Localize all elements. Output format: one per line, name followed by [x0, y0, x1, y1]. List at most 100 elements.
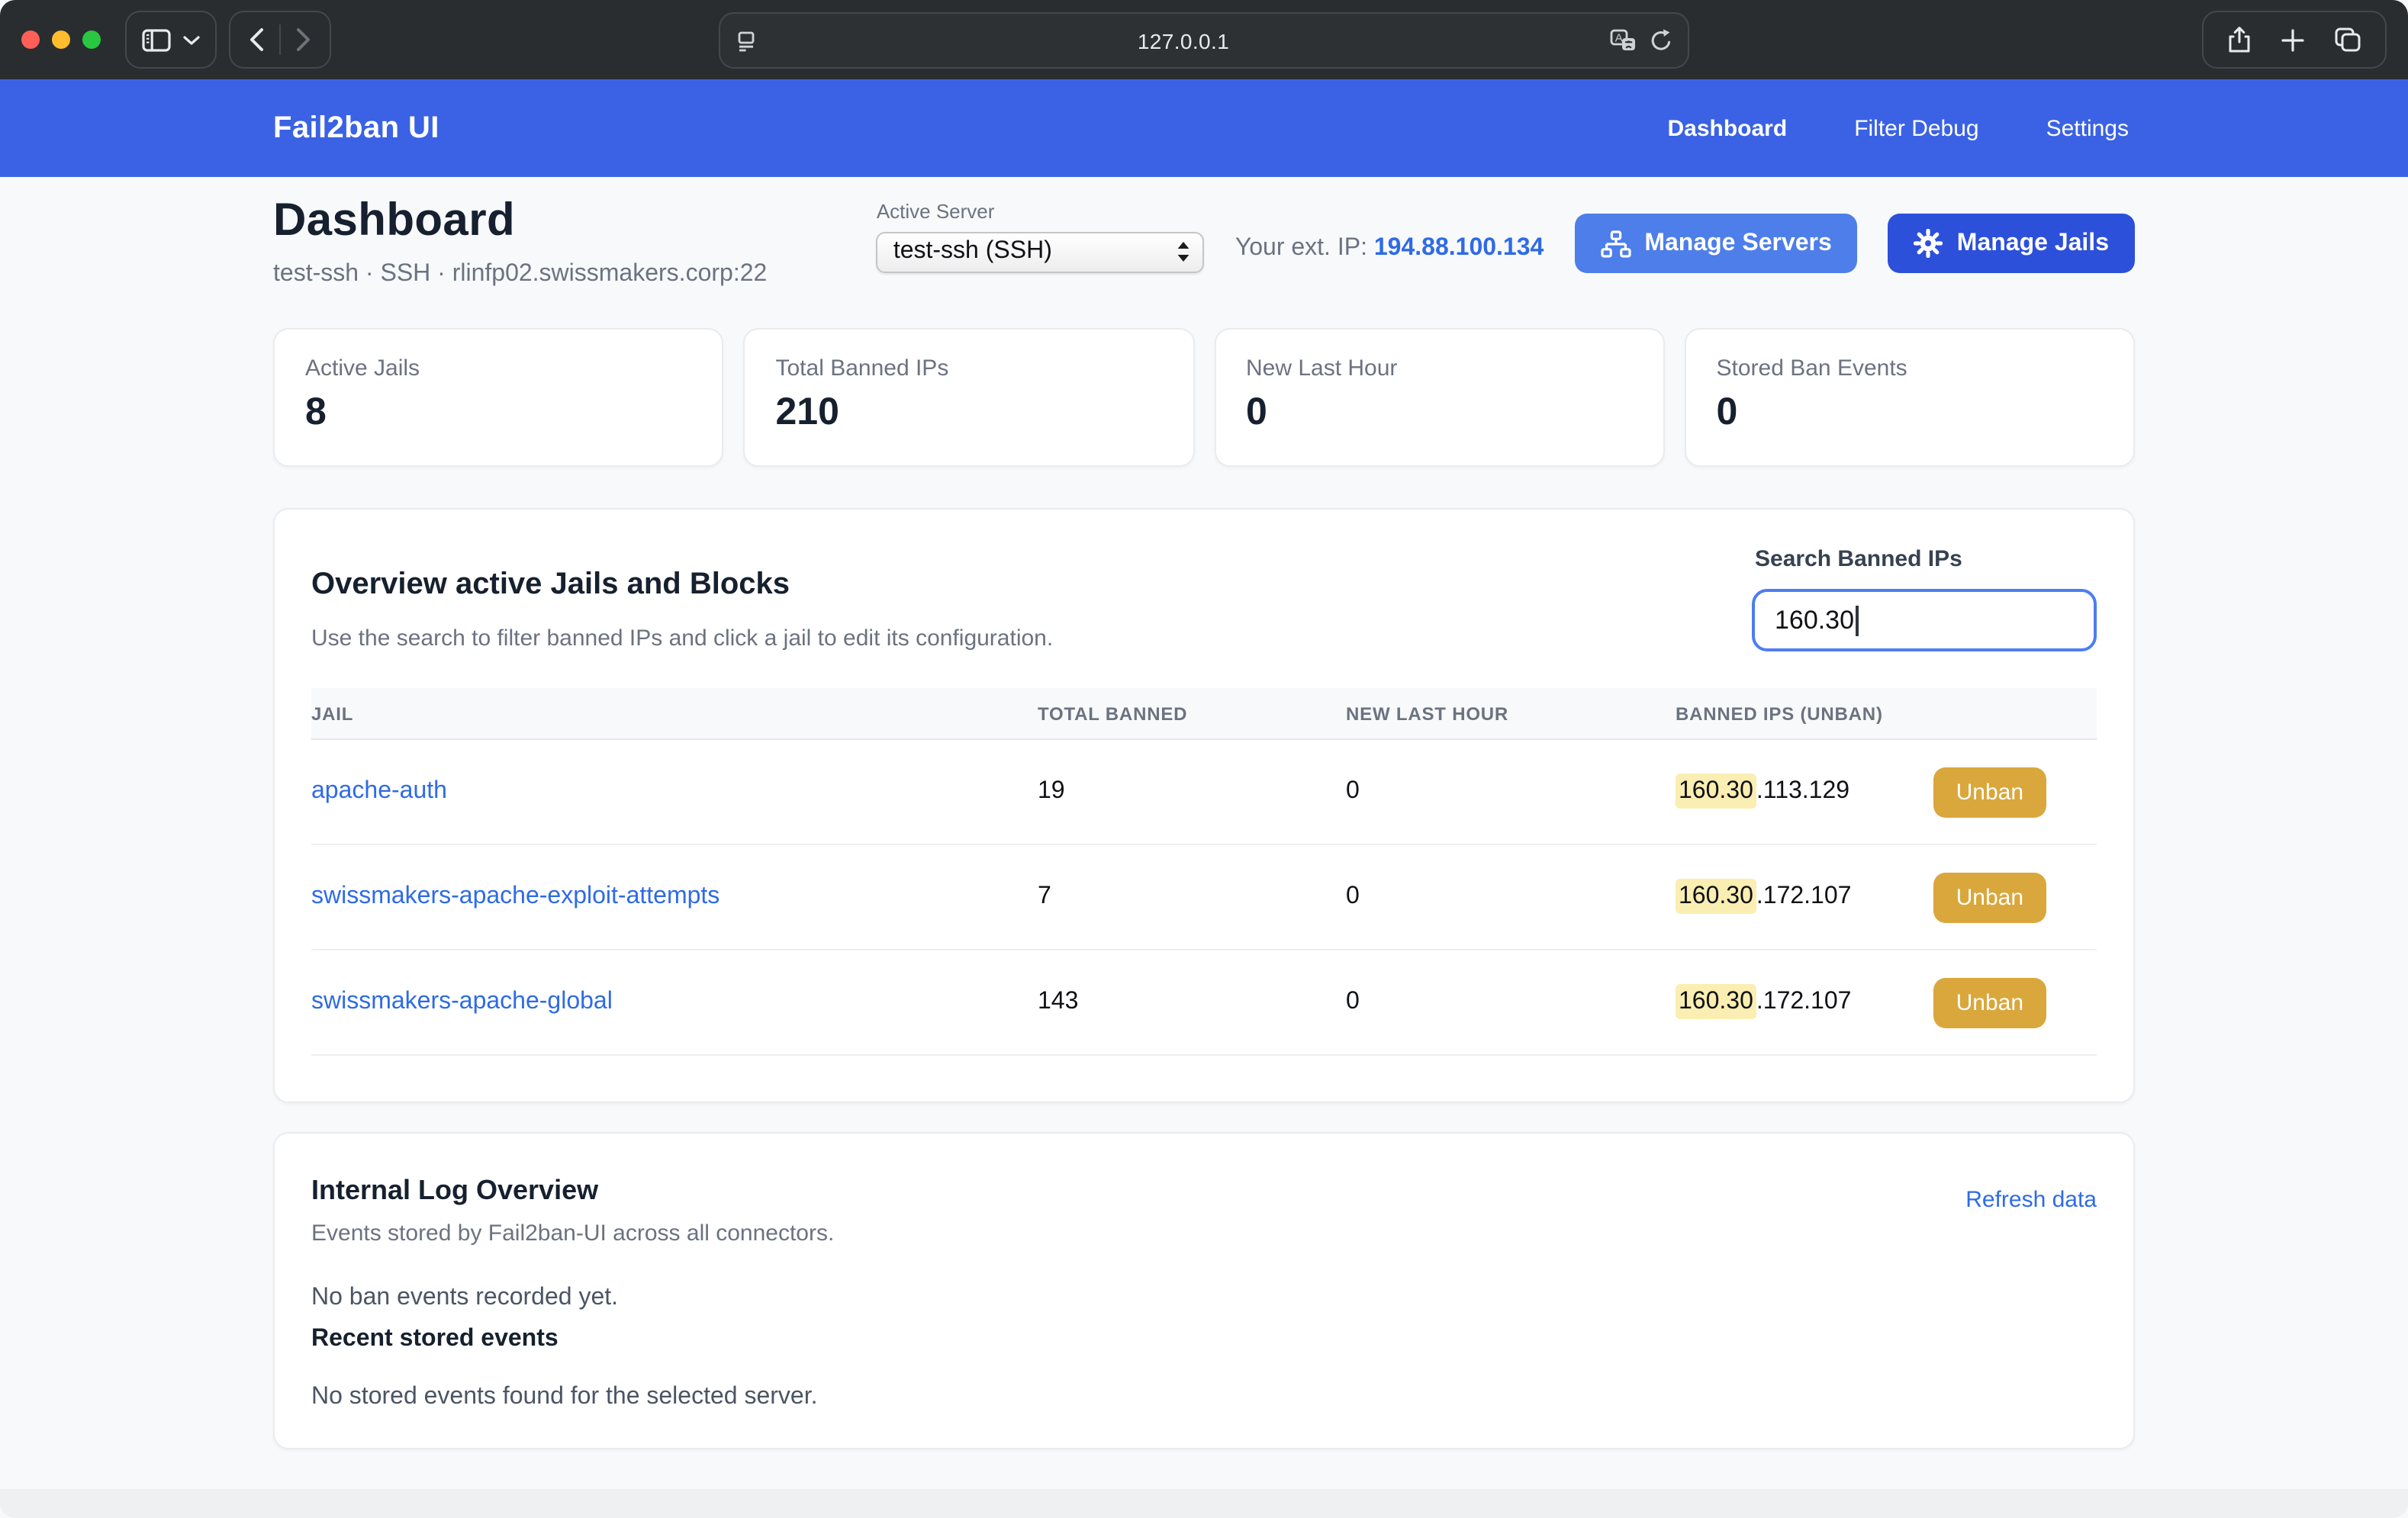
app-brand[interactable]: Fail2ban UI: [273, 111, 439, 146]
stat-cards: Active Jails 8 Total Banned IPs 210 New …: [273, 328, 2135, 467]
sidebar-icon[interactable]: [142, 28, 171, 51]
jail-link[interactable]: apache-auth: [311, 778, 447, 804]
no-stored-events-text: No stored events found for the selected …: [311, 1384, 2097, 1411]
tab-overview-icon[interactable]: [2335, 27, 2361, 52]
close-window-button[interactable]: [21, 31, 40, 49]
new-last-hour-value: 0: [1346, 778, 1676, 806]
divider: [279, 24, 281, 55]
no-ban-events-text: No ban events recorded yet.: [311, 1285, 2097, 1312]
total-banned-value: 143: [1038, 989, 1346, 1016]
internal-log-card: Internal Log Overview Events stored by F…: [273, 1132, 2135, 1449]
stat-label: New Last Hour: [1246, 355, 1633, 381]
back-icon[interactable]: [249, 27, 264, 52]
ip-search-highlight: 160.30: [1676, 984, 1756, 1019]
total-banned-value: 19: [1038, 778, 1346, 806]
browser-window: 127.0.0.1 A Fail2ban UI: [0, 0, 2408, 1518]
refresh-data-link[interactable]: Refresh data: [1965, 1187, 2097, 1213]
overview-description: Use the search to filter banned IPs and …: [311, 626, 1053, 651]
stat-label: Active Jails: [305, 355, 692, 381]
unban-button[interactable]: Unban: [1933, 767, 2046, 817]
ip-search-highlight: 160.30: [1676, 879, 1756, 914]
nav-link-settings[interactable]: Settings: [2046, 115, 2129, 141]
column-header-jail: JAIL: [311, 703, 1038, 724]
column-header-banned-ips: BANNED IPS (UNBAN): [1676, 703, 2097, 724]
new-tab-icon[interactable]: [2281, 28, 2304, 51]
jails-overview-card: Overview active Jails and Blocks Use the…: [273, 508, 2135, 1103]
toolbar-right-group: [2202, 11, 2387, 69]
search-input-value: 160.30: [1775, 605, 1854, 635]
window-controls: [21, 31, 101, 49]
table-header: JAIL TOTAL BANNED NEW LAST HOUR BANNED I…: [311, 688, 2097, 740]
ip-rest: .172.107: [1756, 989, 1852, 1015]
jail-link[interactable]: swissmakers-apache-global: [311, 989, 613, 1015]
address-bar[interactable]: 127.0.0.1 A: [719, 12, 1689, 69]
url-text[interactable]: 127.0.0.1: [757, 28, 1610, 53]
ip-search-highlight: 160.30: [1676, 773, 1756, 809]
overview-title: Overview active Jails and Blocks: [311, 568, 1053, 603]
banned-ip: 160.30.172.107: [1676, 883, 1851, 911]
sidebar-toggle-group[interactable]: [125, 11, 217, 69]
external-ip: Your ext. IP: 194.88.100.134: [1235, 234, 1544, 262]
nav-link-filter-debug[interactable]: Filter Debug: [1854, 115, 1978, 141]
app-navbar: Fail2ban UI Dashboard Filter Debug Setti…: [0, 79, 2408, 177]
forward-icon[interactable]: [296, 27, 311, 52]
stat-card-active-jails: Active Jails 8: [273, 328, 724, 467]
unban-button[interactable]: Unban: [1933, 977, 2046, 1028]
zoom-window-button[interactable]: [82, 31, 101, 49]
stat-value: 210: [776, 391, 1163, 435]
column-header-total-banned: TOTAL BANNED: [1038, 703, 1346, 724]
nav-links: Dashboard Filter Debug Settings: [1667, 115, 2129, 141]
page-content: Dashboard test-ssh · SSH · rlinfp02.swis…: [273, 177, 2135, 1449]
page-header: Dashboard test-ssh · SSH · rlinfp02.swis…: [273, 195, 2135, 288]
column-header-new-last-hour: NEW LAST HOUR: [1346, 703, 1676, 724]
stat-card-stored-ban-events: Stored Ban Events 0: [1685, 328, 2136, 467]
share-icon[interactable]: [2228, 26, 2251, 53]
banned-ip: 160.30.172.107: [1676, 989, 1851, 1016]
browser-toolbar: 127.0.0.1 A: [0, 0, 2408, 79]
stat-card-total-banned: Total Banned IPs 210: [744, 328, 1195, 467]
svg-text:A: A: [1615, 31, 1623, 44]
search-banned-ips-label: Search Banned IPs: [1755, 546, 1962, 572]
external-ip-value[interactable]: 194.88.100.134: [1374, 234, 1544, 260]
total-banned-value: 7: [1038, 883, 1346, 911]
table-row: swissmakers-apache-global 143 0 160.30.1…: [311, 950, 2097, 1056]
sitemap-icon: [1600, 230, 1631, 257]
active-server-label: Active Server: [877, 199, 1205, 222]
active-server-select[interactable]: test-ssh (SSH): [877, 231, 1205, 272]
chevron-down-icon[interactable]: [183, 34, 200, 45]
select-arrows-icon: [1177, 241, 1191, 262]
banned-ip: 160.30.113.129: [1676, 778, 1849, 806]
recent-stored-events-title: Recent stored events: [311, 1326, 2097, 1353]
search-input[interactable]: 160.30: [1752, 589, 2097, 651]
log-description: Events stored by Fail2ban-UI across all …: [311, 1221, 834, 1246]
stat-value: 8: [305, 391, 692, 435]
window-footer: [0, 1489, 2408, 1518]
text-caret: [1856, 605, 1858, 635]
history-nav-group: [229, 11, 331, 69]
minimize-window-button[interactable]: [52, 31, 70, 49]
manage-jails-label: Manage Jails: [1957, 230, 2109, 257]
page-format-icon[interactable]: [736, 30, 757, 51]
stat-label: Stored Ban Events: [1717, 355, 2104, 381]
ip-rest: .172.107: [1756, 883, 1852, 909]
stat-label: Total Banned IPs: [776, 355, 1163, 381]
external-ip-label: Your ext. IP:: [1235, 234, 1367, 260]
manage-servers-label: Manage Servers: [1644, 230, 1831, 257]
stat-card-new-last-hour: New Last Hour 0: [1214, 328, 1665, 467]
table-row: swissmakers-apache-exploit-attempts 7 0 …: [311, 845, 2097, 950]
stat-value: 0: [1717, 391, 2104, 435]
new-last-hour-value: 0: [1346, 989, 1676, 1016]
translate-icon[interactable]: A: [1610, 28, 1637, 53]
page-title: Dashboard: [273, 195, 767, 247]
nav-link-dashboard[interactable]: Dashboard: [1667, 115, 1787, 141]
new-last-hour-value: 0: [1346, 883, 1676, 911]
gear-icon: [1914, 229, 1943, 258]
jail-link[interactable]: swissmakers-apache-exploit-attempts: [311, 883, 720, 909]
manage-jails-button[interactable]: Manage Jails: [1888, 214, 2135, 273]
ip-rest: .113.129: [1756, 778, 1849, 804]
table-row: apache-auth 19 0 160.30.113.129 Unban: [311, 740, 2097, 845]
active-server-value: test-ssh (SSH): [893, 238, 1177, 265]
unban-button[interactable]: Unban: [1933, 872, 2046, 922]
manage-servers-button[interactable]: Manage Servers: [1574, 214, 1857, 273]
reload-icon[interactable]: [1650, 28, 1672, 53]
